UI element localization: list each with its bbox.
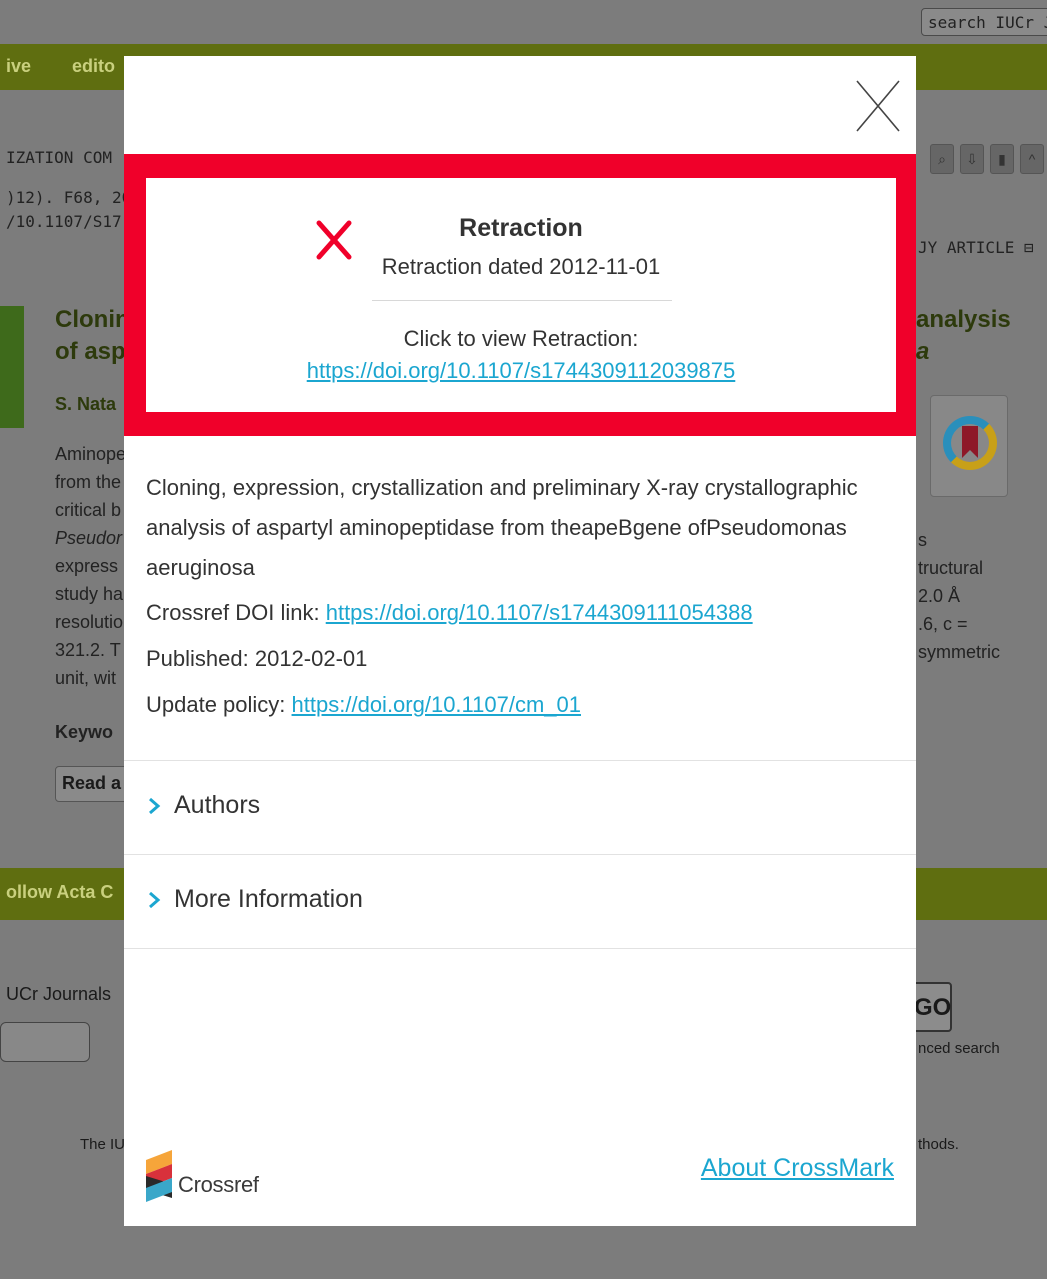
background-nav-item: ive	[6, 56, 32, 76]
background-read-button: Read a	[55, 766, 135, 802]
retraction-card: Retraction Retraction dated 2012-11-01 C…	[146, 178, 896, 412]
background-citation-doi: /10.1107/S17	[6, 212, 122, 231]
chevron-right-icon	[149, 891, 161, 909]
retraction-doi-link[interactable]: https://doi.org/10.1107/s174430911203987…	[307, 358, 736, 383]
update-policy-label: Update policy:	[146, 692, 286, 717]
background-footer-text: thods.	[918, 1136, 959, 1153]
about-crossmark-link[interactable]: About CrossMark	[701, 1154, 894, 1183]
background-go-button: GO	[912, 982, 952, 1032]
background-toolbar: ⌕ ⇩ ▮ ^ ⛶	[930, 144, 1047, 182]
crossref-logo-icon	[146, 1150, 172, 1202]
retraction-title: Retraction	[459, 214, 583, 242]
article-doi-link[interactable]: https://doi.org/10.1107/s174430911105438…	[326, 600, 753, 625]
chevron-right-icon	[149, 797, 161, 815]
doi-label: Crossref DOI link:	[146, 600, 320, 625]
accordion-label: Authors	[174, 791, 261, 819]
crossref-logo-text: Crossref	[178, 1172, 259, 1197]
retraction-click-prompt: Click to view Retraction:	[403, 326, 639, 351]
retraction-link-wrap: https://doi.org/10.1107/s174430911203987…	[146, 358, 896, 384]
background-buy-article: JY ARTICLE ⊟	[918, 238, 1034, 257]
background-footer-text: The IU	[80, 1136, 126, 1153]
background-search-field	[0, 1022, 90, 1062]
retraction-banner: Retraction Retraction dated 2012-11-01 C…	[124, 154, 916, 436]
download-icon: ⇩	[960, 144, 984, 174]
background-search-input: search IUCr Jo	[921, 8, 1047, 36]
background-section-label: IZATION COM	[6, 148, 112, 167]
background-journals-label: UCr Journals	[6, 984, 112, 1004]
background-nav-item: edito	[72, 56, 115, 76]
divider	[124, 948, 916, 949]
background-abstract: Aminope from the critical b Pseudor expr…	[55, 444, 127, 688]
background-journal-cover	[0, 306, 24, 428]
accordion-authors[interactable]: Authors	[124, 760, 916, 854]
close-icon	[856, 80, 900, 132]
background-abstract: s tructural 2.0 Å .6, c = symmetric	[918, 530, 1000, 662]
background-advanced-search: nced search	[918, 1040, 1000, 1057]
close-button[interactable]	[854, 78, 902, 134]
background-article-title: Clonin	[55, 306, 130, 333]
chart-icon: ▮	[990, 144, 1014, 174]
doi-row: Crossref DOI link: https://doi.org/10.11…	[146, 592, 896, 634]
cart-icon: ⊟	[1023, 238, 1034, 257]
background-article-title: analysis	[916, 306, 1011, 333]
background-article-title: a	[916, 338, 930, 365]
accordion-more-information[interactable]: More Information	[124, 854, 916, 948]
search-icon: ⌕	[930, 144, 954, 174]
crossref-logo: Crossref	[146, 1150, 296, 1210]
article-info: Cloning, expression, crystallization and…	[146, 468, 896, 726]
crossmark-modal: Retraction Retraction dated 2012-11-01 C…	[124, 56, 916, 1226]
background-keywords: Keywo	[55, 722, 114, 742]
background-citation: )12). F68, 20	[6, 188, 132, 207]
background-authors: S. Nata	[55, 394, 117, 414]
crossmark-badge-icon	[930, 395, 1008, 497]
chevron-up-icon: ^	[1020, 144, 1044, 174]
article-title: Cloning, expression, crystallization and…	[146, 475, 858, 580]
update-policy-link[interactable]: https://doi.org/10.1107/cm_01	[292, 692, 581, 717]
retraction-date: Retraction dated 2012-11-01	[381, 254, 661, 279]
divider	[372, 300, 672, 301]
update-policy-row: Update policy: https://doi.org/10.1107/c…	[146, 684, 896, 726]
accordion-label: More Information	[174, 885, 363, 913]
published-date: Published: 2012-02-01	[146, 646, 368, 671]
background-article-title: of asp	[55, 338, 126, 365]
